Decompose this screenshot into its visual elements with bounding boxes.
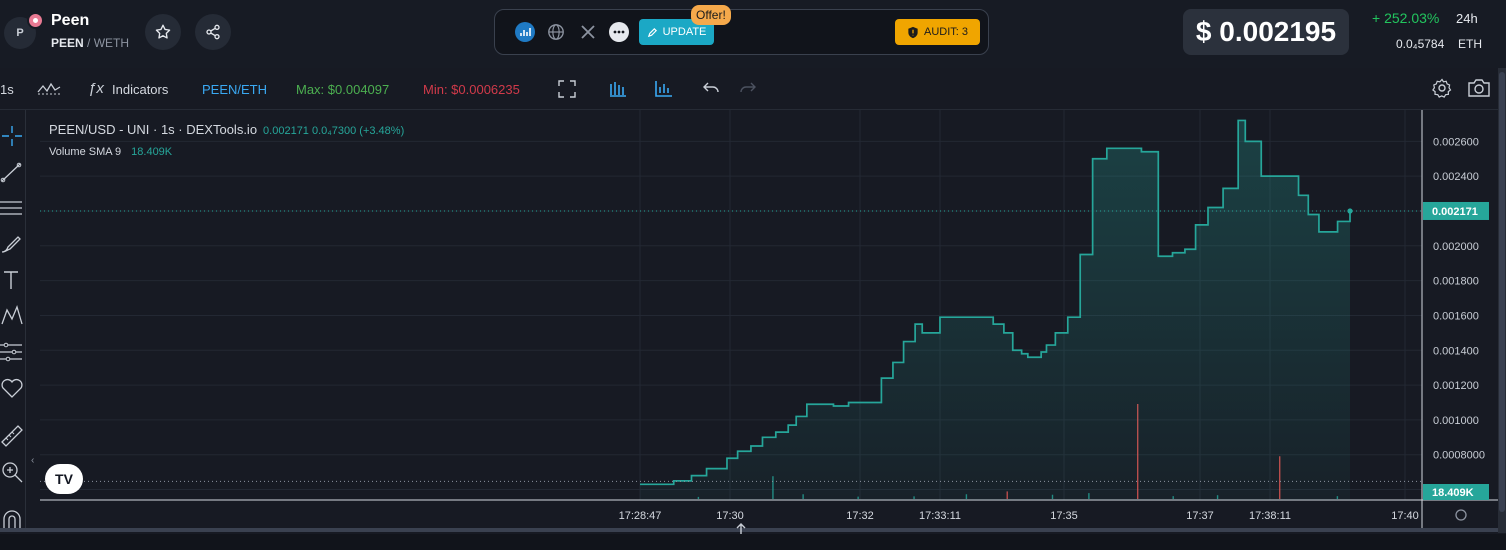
price-chart[interactable]: 0.0026000.0024000.0022000.0020000.001800… — [40, 110, 1500, 530]
legend-volume-value: 18.409K — [131, 146, 173, 158]
min-price-label: Min: $0.0006235 — [423, 82, 520, 97]
favorite-button[interactable] — [145, 14, 181, 50]
token-chain-icon — [27, 12, 44, 29]
time-axis-label: 17:28:47 — [619, 510, 662, 522]
shield-icon — [908, 26, 918, 38]
axis-settings-gear-icon[interactable] — [1455, 509, 1467, 521]
star-icon — [155, 24, 171, 39]
token-header: P Peen PEEN / WETH UPDATE Offer! AUDIT: … — [0, 0, 1506, 68]
website-globe-icon[interactable] — [546, 22, 566, 42]
price-axis-label: 0.002600 — [1433, 136, 1479, 148]
audit-button[interactable]: AUDIT: 3 — [895, 19, 980, 45]
volume-badge-label: 18.409K — [1432, 487, 1474, 499]
pair-separator: / — [87, 36, 91, 50]
undo-icon[interactable] — [703, 81, 719, 95]
offer-badge[interactable]: Offer! — [691, 5, 731, 25]
token-quote: WETH — [93, 36, 130, 50]
bottom-strip — [0, 534, 1506, 550]
fib-lines-tool-icon[interactable] — [0, 196, 24, 220]
volume-toggle-icon[interactable] — [609, 79, 627, 97]
eth-price: 0.0₄5784 — [1396, 37, 1445, 51]
price-axis-label: 0.001400 — [1433, 345, 1479, 357]
time-axis-label: 17:38:11 — [1249, 510, 1291, 522]
interval-selector[interactable]: 1s — [0, 82, 14, 97]
camera-icon[interactable] — [1467, 79, 1491, 97]
change-period: 24h — [1456, 11, 1478, 26]
legend-volume-label: Volume SMA 9 — [49, 146, 122, 158]
zoom-in-icon[interactable] — [0, 460, 24, 484]
edit-icon — [647, 27, 657, 37]
bar-chart-icon[interactable] — [655, 79, 673, 97]
price-axis-label: 0.001200 — [1433, 380, 1479, 392]
price-area-fill — [640, 120, 1350, 501]
chart-legend-title: PEEN/USD - UNI · 1s · DEXTools.io 0.00217… — [49, 122, 404, 137]
legend-ohlc-values: 0.002171 0.0₄7300 (+3.48%) — [263, 125, 405, 137]
pair-switch-button[interactable]: PEEN/ETH — [202, 82, 267, 97]
chart-toolbar: 1s ƒx Indicators PEEN/ETH Max: $0.004097… — [0, 68, 1506, 110]
prediction-tool-icon[interactable] — [0, 340, 24, 364]
token-name: Peen — [51, 12, 90, 29]
update-label: UPDATE — [662, 26, 707, 38]
page-scrollbar-thumb[interactable] — [1499, 72, 1505, 512]
brush-tool-icon[interactable] — [0, 232, 24, 256]
dextools-app: P Peen PEEN / WETH UPDATE Offer! AUDIT: … — [0, 0, 1506, 550]
share-button[interactable] — [195, 14, 231, 50]
fullscreen-icon[interactable] — [558, 80, 576, 98]
token-symbol: PEEN — [51, 36, 84, 50]
pattern-tool-icon[interactable] — [0, 304, 24, 328]
redo-icon[interactable] — [740, 81, 756, 95]
explorer-link-icon[interactable] — [515, 22, 535, 42]
text-tool-icon[interactable] — [0, 268, 24, 292]
crosshair-tool-icon[interactable] — [0, 124, 24, 148]
price-change: + 252.03% — [1372, 10, 1440, 26]
x-twitter-icon[interactable] — [578, 22, 598, 42]
indicators-button[interactable]: Indicators — [112, 82, 168, 97]
collapse-panel-chevron-icon[interactable]: ‹ — [31, 455, 34, 466]
audit-label: AUDIT: 3 — [923, 26, 968, 38]
trend-line-tool-icon[interactable] — [0, 160, 24, 184]
indicators-fx-icon[interactable]: ƒx — [88, 80, 104, 97]
price-axis-label: 0.0008000 — [1433, 450, 1485, 462]
last-price-badge-label: 0.002171 — [1432, 206, 1478, 218]
pane-resize-bar[interactable] — [0, 528, 1498, 532]
legend-symbol: PEEN/USD - UNI · 1s · DEXTools.io — [49, 122, 258, 137]
tradingview-logo[interactable]: TV — [45, 464, 83, 494]
chart-legend-volume: Volume SMA 9 18.409K — [49, 146, 172, 158]
more-options-icon[interactable] — [609, 22, 629, 42]
time-axis-label: 17:35 — [1050, 510, 1078, 522]
price-axis-label: 0.001800 — [1433, 276, 1479, 288]
price-axis-label: 0.002400 — [1433, 171, 1479, 183]
price-axis-label: 0.002000 — [1433, 241, 1479, 253]
time-axis-label: 17:30 — [716, 510, 744, 522]
price-axis-label: 0.001600 — [1433, 310, 1479, 322]
settings-gear-icon[interactable] — [1432, 78, 1452, 98]
time-axis-label: 17:40 — [1391, 510, 1419, 522]
ruler-tool-icon[interactable] — [0, 424, 24, 448]
time-axis-label: 17:32 — [846, 510, 874, 522]
token-links-bar: UPDATE Offer! AUDIT: 3 — [494, 5, 989, 55]
chart-type-icon[interactable] — [37, 80, 61, 98]
share-icon — [206, 24, 220, 40]
token-pair: PEEN / WETH — [51, 36, 129, 50]
max-price-label: Max: $0.004097 — [296, 82, 390, 97]
price-axis-label: 0.001000 — [1433, 415, 1479, 427]
favorites-heart-icon[interactable] — [0, 376, 24, 400]
drawing-tools-panel — [0, 110, 26, 531]
time-axis-label: 17:33:11 — [919, 510, 961, 522]
time-axis-label: 17:37 — [1186, 510, 1214, 522]
usd-price: $ 0.002195 — [1183, 9, 1349, 55]
eth-unit: ETH — [1458, 37, 1482, 51]
